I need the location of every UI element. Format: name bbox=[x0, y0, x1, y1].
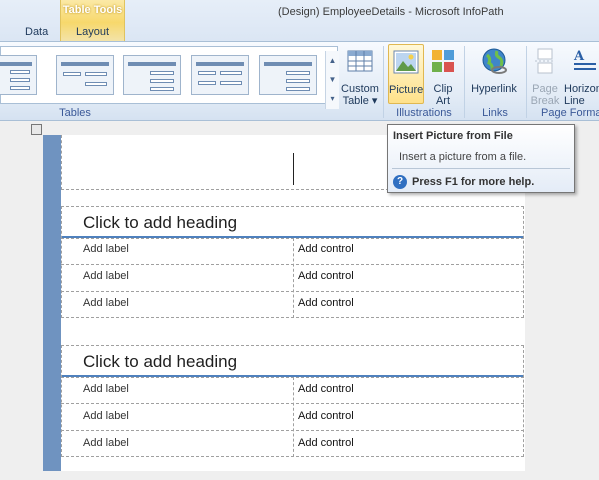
field-label[interactable]: Add label bbox=[83, 437, 129, 449]
field-control[interactable]: Add control bbox=[298, 270, 354, 282]
table-style-gallery: ▲ ▼ ▾ bbox=[0, 46, 339, 109]
horizontal-line-icon: A bbox=[573, 49, 596, 70]
window-title: (Design) EmployeeDetails - Microsoft Inf… bbox=[278, 6, 504, 18]
field-label[interactable]: Add label bbox=[83, 297, 129, 309]
page-format-group-label: Page Format bbox=[541, 107, 599, 119]
tab-layout[interactable]: Layout bbox=[76, 26, 109, 38]
tooltip-title: Insert Picture from File bbox=[393, 130, 513, 142]
horizontal-line-label-1: Horizon bbox=[564, 83, 599, 95]
table-style-thumbnail[interactable] bbox=[56, 55, 114, 95]
scroll-up-icon[interactable]: ▲ bbox=[326, 51, 339, 70]
table-select-handle[interactable] bbox=[31, 124, 42, 135]
table-tools-label: Table Tools bbox=[62, 4, 123, 16]
column-divider bbox=[293, 238, 294, 318]
page-break-icon bbox=[535, 48, 555, 74]
field-label[interactable]: Add label bbox=[83, 383, 129, 395]
tooltip-help-text: Press F1 for more help. bbox=[412, 176, 535, 188]
table-style-thumbnail[interactable] bbox=[123, 55, 181, 95]
text-cursor bbox=[293, 153, 294, 185]
field-label[interactable]: Add label bbox=[83, 270, 129, 282]
gallery-scrollbar[interactable]: ▲ ▼ ▾ bbox=[325, 51, 339, 109]
gallery-more-icon[interactable]: ▾ bbox=[326, 89, 339, 108]
help-icon: ? bbox=[393, 175, 407, 189]
svg-text:A: A bbox=[573, 49, 585, 64]
custom-table-label-2: Table ▾ bbox=[342, 95, 378, 107]
page-break-button[interactable]: Page Break bbox=[530, 46, 560, 107]
picture-label: Picture bbox=[389, 84, 424, 96]
column-divider bbox=[293, 377, 294, 457]
scroll-down-icon[interactable]: ▼ bbox=[326, 70, 339, 89]
clip-art-label-2: Art bbox=[435, 95, 451, 107]
page-break-label-1: Page bbox=[532, 83, 558, 95]
links-group-label: Links bbox=[482, 107, 508, 119]
picture-icon bbox=[393, 50, 419, 74]
title-bar: Table Tools (Design) EmployeeDetails - M… bbox=[0, 0, 599, 41]
globe-link-icon bbox=[482, 48, 507, 74]
field-label[interactable]: Add label bbox=[83, 243, 129, 255]
tooltip-description: Insert a picture from a file. bbox=[399, 151, 527, 163]
table-style-thumbnail[interactable] bbox=[0, 55, 37, 95]
field-control[interactable]: Add control bbox=[298, 243, 354, 255]
custom-table-label-1: Custom bbox=[341, 83, 379, 95]
table-style-thumbnail[interactable] bbox=[191, 55, 249, 95]
field-control[interactable]: Add control bbox=[298, 410, 354, 422]
field-label[interactable]: Add label bbox=[83, 410, 129, 422]
table-style-thumbnail[interactable] bbox=[259, 55, 317, 95]
section-heading[interactable]: Click to add heading bbox=[83, 213, 237, 233]
hyperlink-button[interactable]: Hyperlink bbox=[469, 46, 519, 95]
horizontal-line-button[interactable]: A Horizon Line bbox=[564, 46, 599, 107]
picture-tooltip: Insert Picture from File Insert a pictur… bbox=[387, 124, 575, 193]
clip-art-button[interactable]: Clip Art bbox=[427, 46, 459, 107]
field-control[interactable]: Add control bbox=[298, 383, 354, 395]
ribbon-separator bbox=[526, 46, 527, 118]
field-control[interactable]: Add control bbox=[298, 297, 354, 309]
horizontal-line-label-2: Line bbox=[564, 95, 585, 107]
section-heading[interactable]: Click to add heading bbox=[83, 352, 237, 372]
clip-art-label-1: Clip bbox=[433, 83, 453, 95]
field-control[interactable]: Add control bbox=[298, 437, 354, 449]
clip-art-icon bbox=[432, 50, 454, 72]
tables-group-label: Tables bbox=[59, 107, 91, 119]
ribbon-separator bbox=[464, 46, 465, 118]
page-break-label-2: Break bbox=[530, 95, 560, 107]
picture-button[interactable]: Picture bbox=[388, 44, 424, 104]
ribbon-separator bbox=[383, 46, 384, 118]
table-grid-icon bbox=[347, 50, 373, 72]
ribbon: ▲ ▼ ▾ Tables Custom Table ▾ Picture Clip… bbox=[0, 41, 599, 121]
accent-stripe bbox=[43, 135, 61, 471]
tab-data[interactable]: Data bbox=[25, 26, 48, 38]
custom-table-button[interactable]: Custom Table ▾ bbox=[340, 46, 380, 107]
tooltip-divider bbox=[392, 168, 570, 169]
illustrations-group-label: Illustrations bbox=[396, 107, 452, 119]
hyperlink-label: Hyperlink bbox=[471, 83, 517, 95]
